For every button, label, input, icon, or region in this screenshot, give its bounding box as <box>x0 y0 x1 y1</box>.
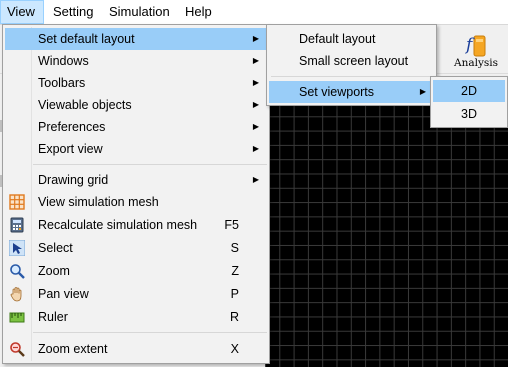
menu-item-label: Viewable objects <box>38 98 132 112</box>
menu-item-label: Windows <box>38 54 89 68</box>
menu-item-label: Default layout <box>299 32 376 46</box>
menu-item-set-default-layout[interactable]: Set default layout ▶ <box>5 28 267 50</box>
menu-item-label: Set default layout <box>38 32 135 46</box>
menu-item-label: Recalculate simulation mesh <box>38 218 198 232</box>
menu-item-label: 3D <box>461 107 477 121</box>
menu-separator <box>271 76 434 77</box>
menu-item-label: View simulation mesh <box>38 195 159 209</box>
menu-item-3d[interactable]: 3D <box>433 103 505 125</box>
menu-item-toolbars[interactable]: Toolbars ▶ <box>5 72 267 94</box>
submenu-arrow-icon: ▶ <box>419 87 426 96</box>
menu-help[interactable]: Help <box>179 0 218 24</box>
menu-item-label: Drawing grid <box>38 173 109 187</box>
menu-item-preferences[interactable]: Preferences ▶ <box>5 116 267 138</box>
menu-item-label: Preferences <box>38 120 106 134</box>
menu-item-viewable-objects[interactable]: Viewable objects ▶ <box>5 94 267 116</box>
submenu-arrow-icon: ▶ <box>252 175 259 184</box>
menu-item-drawing-grid[interactable]: Drawing grid ▶ <box>5 169 267 191</box>
menu-view[interactable]: View <box>0 0 44 24</box>
analysis-label: Analysis <box>453 57 499 69</box>
menu-setting-label: Setting <box>53 4 94 19</box>
menu-item-set-viewports[interactable]: Set viewports ▶ <box>269 81 434 103</box>
menu-item-label: Pan view <box>38 287 89 301</box>
menu-item-label: 2D <box>461 84 477 98</box>
mesh-grid-icon <box>9 194 25 210</box>
menu-item-label: Zoom <box>38 264 70 278</box>
svg-text:f: f <box>464 35 475 55</box>
function-icon: f <box>464 35 486 57</box>
menu-item-shortcut: F5 <box>224 218 239 232</box>
layout-submenu: Default layout Small screen layout Set v… <box>266 24 437 106</box>
menu-separator <box>33 332 267 333</box>
menu-item-shortcut: Z <box>231 264 239 278</box>
menu-item-zoom-extent[interactable]: Zoom extent X <box>5 338 267 360</box>
menu-item-shortcut: S <box>230 241 239 255</box>
menu-item-label: Small screen layout <box>299 54 409 68</box>
menu-item-shortcut: P <box>230 287 239 301</box>
menu-item-view-simulation-mesh[interactable]: View simulation mesh <box>5 191 267 213</box>
menu-bar: View Setting Simulation Help <box>0 0 508 25</box>
calculator-icon <box>10 217 24 233</box>
submenu-arrow-icon: ▶ <box>252 78 259 87</box>
zoom-extent-icon <box>10 342 25 357</box>
menu-item-select[interactable]: Select S <box>5 237 267 259</box>
viewports-submenu: 2D 3D <box>430 76 508 128</box>
menu-item-small-screen-layout[interactable]: Small screen layout <box>269 50 434 72</box>
cursor-arrow-icon <box>9 240 25 256</box>
menu-item-shortcut: X <box>230 342 239 356</box>
submenu-arrow-icon: ▶ <box>252 122 259 131</box>
menu-item-ruler[interactable]: Ruler R <box>5 306 267 328</box>
viewport-canvas[interactable] <box>265 102 508 367</box>
submenu-arrow-icon: ▶ <box>252 100 259 109</box>
menu-item-label: Set viewports <box>299 85 375 99</box>
menu-item-label: Zoom extent <box>38 342 108 356</box>
menu-simulation-label: Simulation <box>109 4 170 19</box>
menu-item-label: Export view <box>38 142 103 156</box>
menu-view-label: View <box>7 4 35 19</box>
menu-separator <box>33 164 267 165</box>
submenu-arrow-icon: ▶ <box>252 144 259 153</box>
magnifier-icon <box>10 264 25 279</box>
submenu-arrow-icon: ▶ <box>252 56 259 65</box>
analysis-button[interactable]: f Analysis <box>447 30 505 72</box>
menu-item-label: Ruler <box>38 310 68 324</box>
menu-help-label: Help <box>185 4 212 19</box>
menu-simulation[interactable]: Simulation <box>103 0 176 24</box>
menu-item-windows[interactable]: Windows ▶ <box>5 50 267 72</box>
submenu-arrow-icon: ▶ <box>252 34 259 43</box>
menu-item-label: Toolbars <box>38 76 86 90</box>
menu-item-zoom[interactable]: Zoom Z <box>5 260 267 282</box>
hand-icon <box>10 287 22 302</box>
menu-item-pan-view[interactable]: Pan view P <box>5 283 267 305</box>
view-menu: Set default layout ▶ Windows ▶ Toolbars … <box>2 24 270 364</box>
menu-item-recalculate-simulation-mesh[interactable]: Recalculate simulation mesh F5 <box>5 214 267 236</box>
menu-item-2d[interactable]: 2D <box>433 80 505 102</box>
menu-item-shortcut: R <box>229 310 239 324</box>
menu-item-label: Select <box>38 241 73 255</box>
menu-item-default-layout[interactable]: Default layout <box>269 28 434 50</box>
ruler-icon <box>9 312 25 323</box>
menu-item-export-view[interactable]: Export view ▶ <box>5 138 267 160</box>
menu-setting[interactable]: Setting <box>47 0 99 24</box>
